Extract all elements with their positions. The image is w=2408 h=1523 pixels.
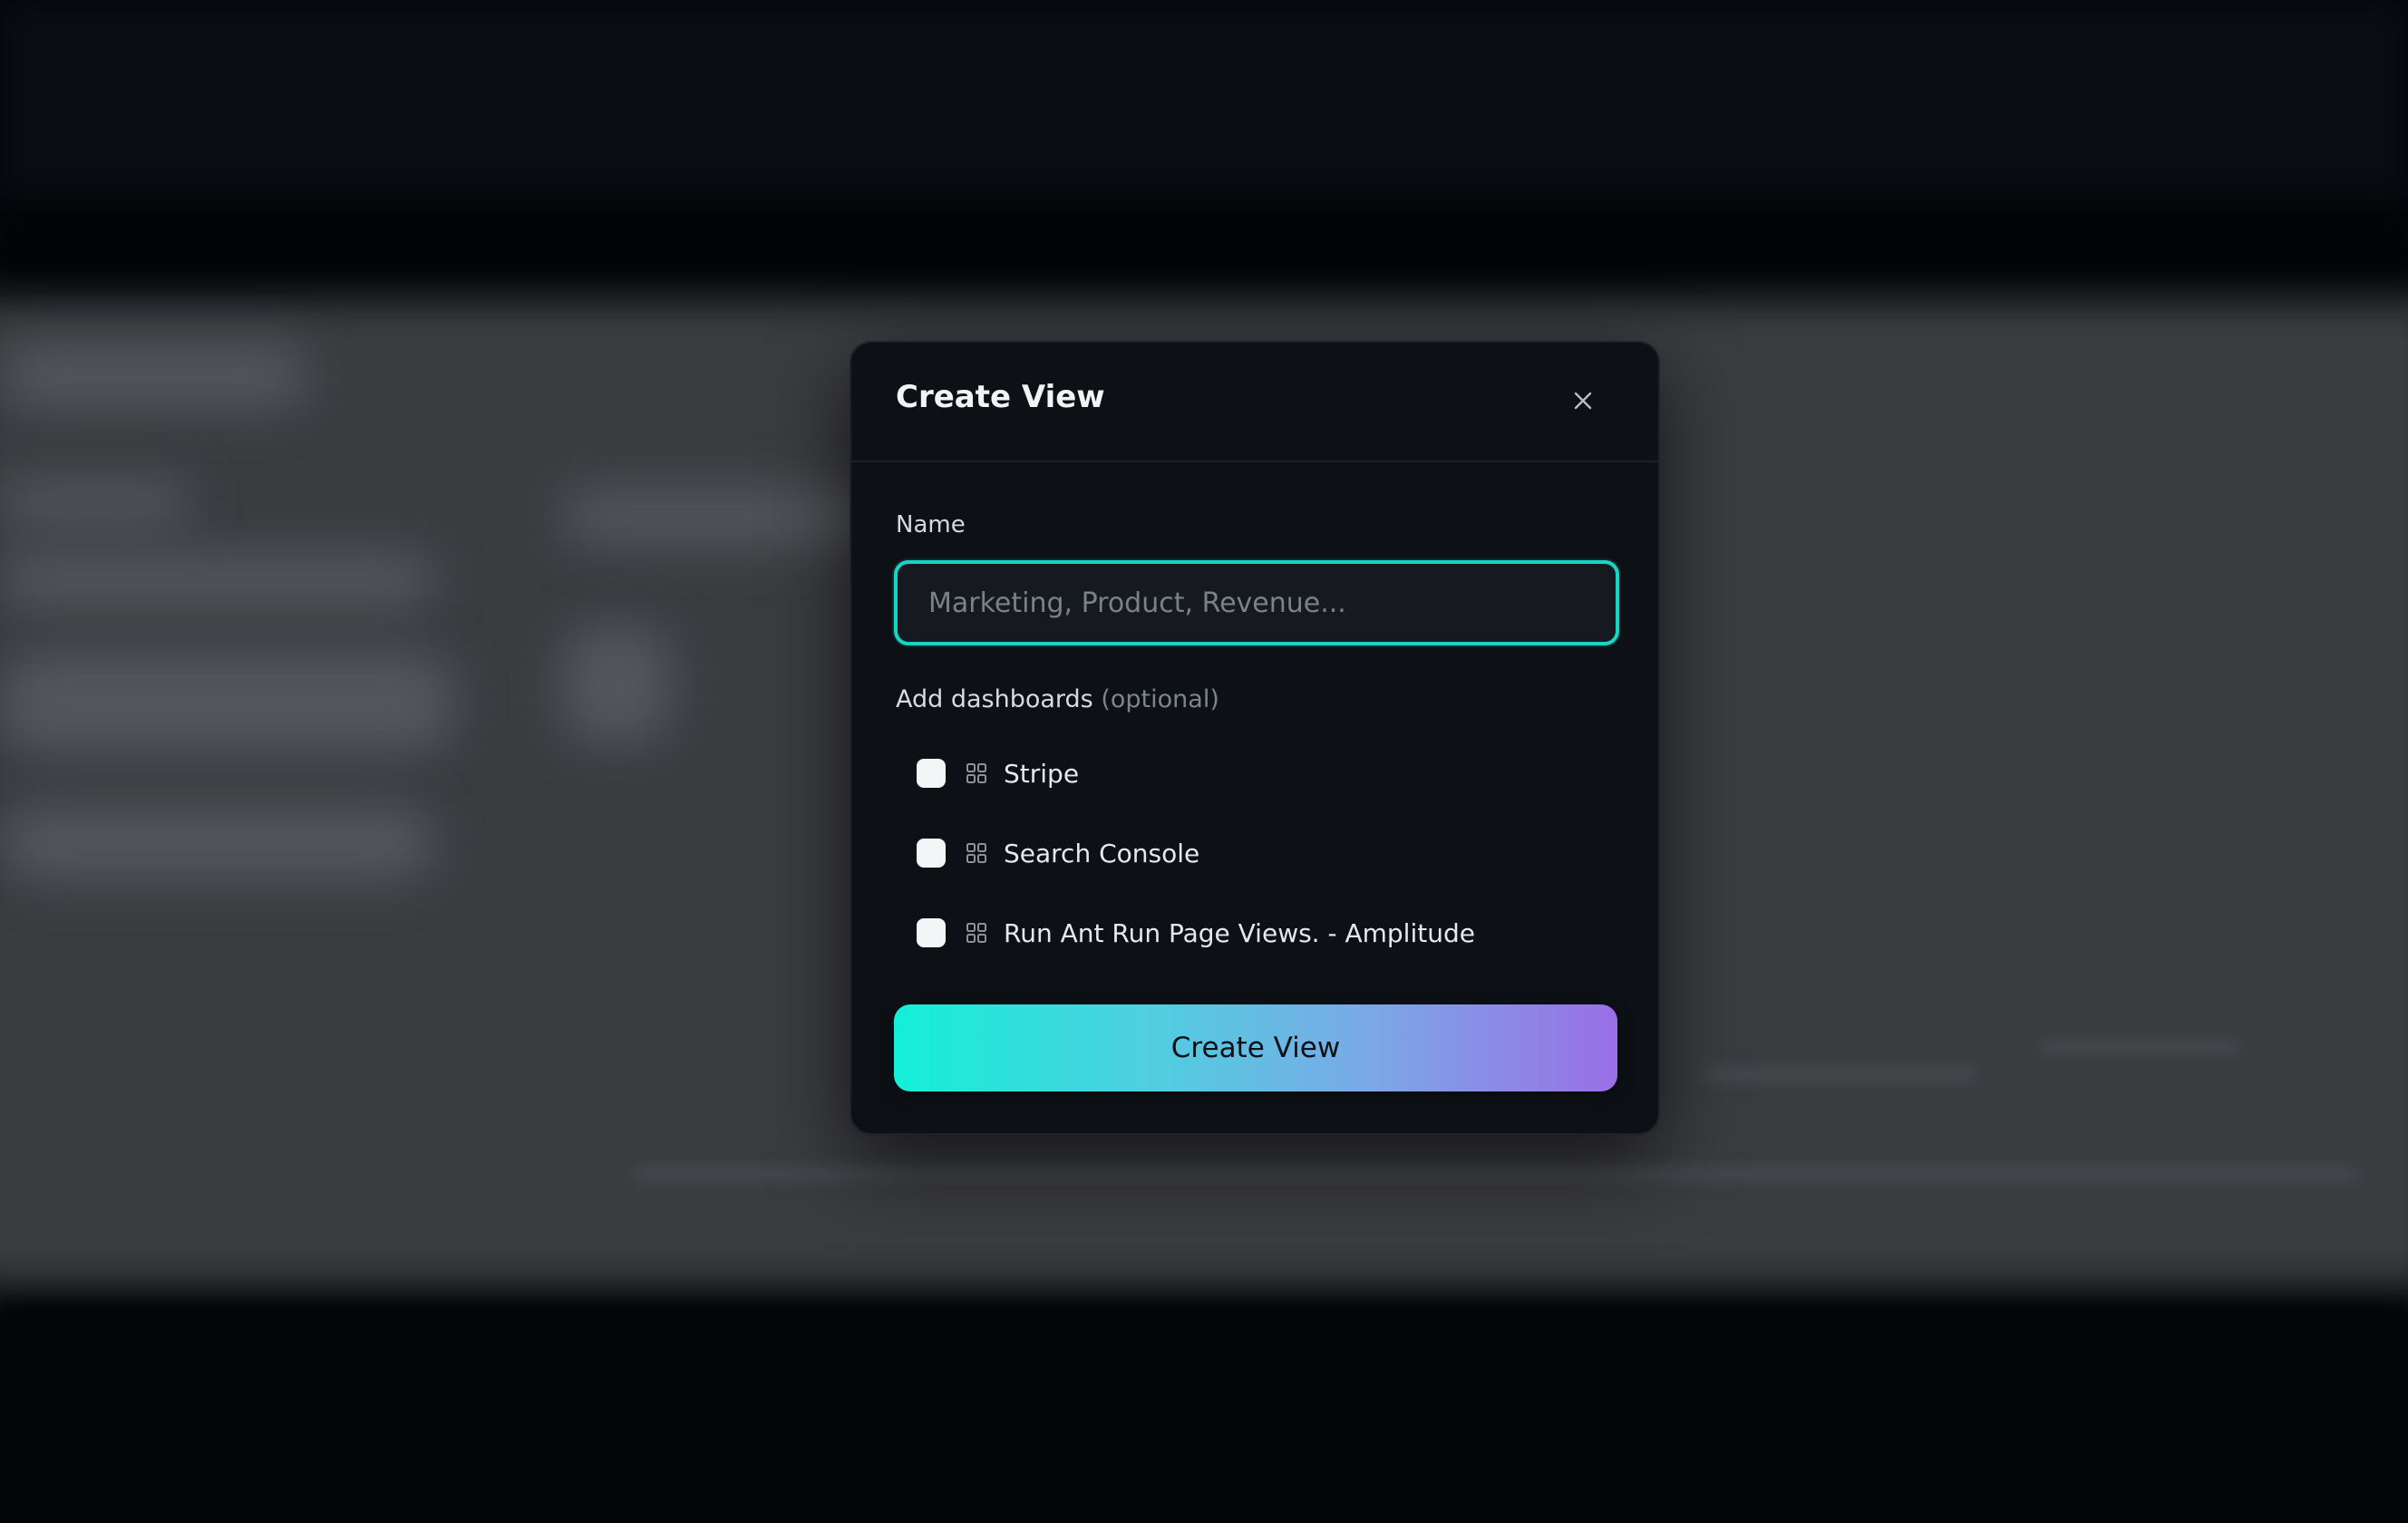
background-row-blur <box>0 653 453 752</box>
background-row-blur <box>0 807 435 879</box>
create-view-button[interactable]: Create View <box>894 1004 1617 1091</box>
background-top-bar <box>0 0 2408 209</box>
add-dashboards-label: Add dashboards (optional) <box>896 684 1219 715</box>
modal-header: Create View <box>851 343 1658 462</box>
background-sub-bar <box>0 209 2408 299</box>
background-card-title-blur <box>562 490 888 544</box>
dashboard-checkbox[interactable] <box>917 839 946 868</box>
create-view-modal: Create View Name Add dashboards (optiona… <box>850 341 1660 1135</box>
dashboard-option-search-console[interactable]: Search Console <box>917 830 1199 876</box>
background-label-blur <box>0 480 190 526</box>
dashboard-option-label: Run Ant Run Page Views. - Amplitude <box>1004 917 1475 948</box>
dashboard-option-label: Stripe <box>1004 758 1080 789</box>
modal-title: Create View <box>896 379 1105 415</box>
add-dashboards-text: Add dashboards <box>896 685 1093 713</box>
close-button[interactable] <box>1565 383 1601 419</box>
optional-hint: (optional) <box>1101 685 1219 713</box>
dashboard-option-stripe[interactable]: Stripe <box>917 751 1079 796</box>
background-chart-line-blur <box>2040 1043 2239 1052</box>
dashboard-checkbox[interactable] <box>917 759 946 788</box>
background-heading-blur <box>0 344 308 408</box>
dashboard-option-label: Search Console <box>1004 838 1200 868</box>
background-axis-blur <box>635 1169 2357 1179</box>
grid-icon <box>966 843 986 863</box>
name-label: Name <box>896 511 966 538</box>
background-bottom <box>0 1305 2408 1523</box>
close-icon <box>1574 392 1592 410</box>
background-chart-line-blur <box>1704 1070 1976 1079</box>
background-row-blur <box>0 553 435 607</box>
background-chart-blur <box>562 626 671 743</box>
grid-icon <box>966 763 986 783</box>
dashboard-option-amplitude[interactable]: Run Ant Run Page Views. - Amplitude <box>917 910 1475 956</box>
name-input[interactable] <box>894 560 1619 645</box>
grid-icon <box>966 923 986 943</box>
dashboard-checkbox[interactable] <box>917 918 946 947</box>
